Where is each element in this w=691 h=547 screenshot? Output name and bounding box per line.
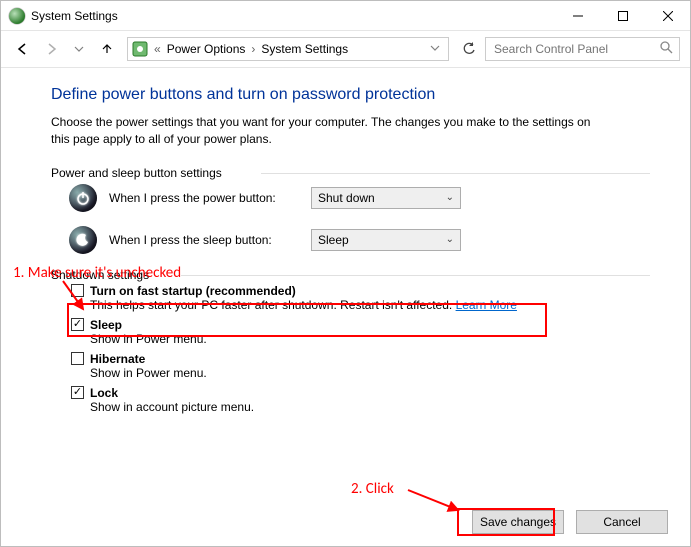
chevron-down-icon: ⌄ xyxy=(446,192,454,203)
close-button[interactable] xyxy=(645,1,690,31)
search-box[interactable] xyxy=(485,37,680,61)
breadcrumb-item-power[interactable]: Power Options xyxy=(167,42,246,56)
fast-startup-desc: This helps start your PC faster after sh… xyxy=(90,298,660,312)
power-button-label: When I press the power button: xyxy=(109,191,299,205)
annotation-2: 2. Click xyxy=(351,480,394,498)
fast-startup-label: Turn on fast startup (recommended) xyxy=(90,284,296,298)
hibernate-label: Hibernate xyxy=(90,352,145,366)
learn-more-link[interactable]: Learn More xyxy=(456,298,517,312)
back-icon xyxy=(16,42,30,56)
control-panel-icon xyxy=(132,41,148,57)
sleep-icon xyxy=(69,226,97,254)
hibernate-desc: Show in Power menu. xyxy=(90,366,660,380)
up-icon xyxy=(100,42,114,56)
lock-label: Lock xyxy=(90,386,118,400)
up-button[interactable] xyxy=(95,37,119,61)
sleep-label: Sleep xyxy=(90,318,122,332)
address-dropdown[interactable] xyxy=(426,42,444,56)
minimize-icon xyxy=(573,11,583,21)
nav-bar: « Power Options › System Settings xyxy=(1,31,690,67)
divider xyxy=(181,275,650,276)
history-dropdown[interactable] xyxy=(67,37,91,61)
content-area: Define power buttons and turn on passwor… xyxy=(1,68,690,414)
chevron-down-icon xyxy=(74,44,84,54)
maximize-icon xyxy=(618,11,628,21)
fast-startup-checkbox[interactable] xyxy=(71,284,84,297)
page-description: Choose the power settings that you want … xyxy=(51,114,611,148)
app-icon xyxy=(9,8,25,24)
power-button-value: Shut down xyxy=(318,191,375,205)
sleep-button-label: When I press the sleep button: xyxy=(109,233,299,247)
shutdown-settings: Shutdown settings Turn on fast startup (… xyxy=(51,268,660,414)
breadcrumb-bar[interactable]: « Power Options › System Settings xyxy=(127,37,449,61)
sleep-button-value: Sleep xyxy=(318,233,349,247)
power-button-row: When I press the power button: Shut down… xyxy=(69,184,660,212)
annotation-arrow-2 xyxy=(406,488,466,518)
lock-checkbox[interactable] xyxy=(71,386,84,399)
sleep-checkbox[interactable] xyxy=(71,318,84,331)
window-controls xyxy=(555,1,690,31)
check-item-sleep: Sleep Show in Power menu. xyxy=(71,318,660,346)
refresh-icon xyxy=(462,42,476,56)
check-item-hibernate: Hibernate Show in Power menu. xyxy=(71,352,660,380)
chevron-down-icon xyxy=(430,43,440,53)
power-icon xyxy=(69,184,97,212)
forward-button[interactable] xyxy=(39,37,63,61)
sleep-button-row: When I press the sleep button: Sleep ⌄ xyxy=(69,226,660,254)
chevron-down-icon: ⌄ xyxy=(446,234,454,245)
cancel-button[interactable]: Cancel xyxy=(576,510,668,534)
sleep-button-dropdown[interactable]: Sleep ⌄ xyxy=(311,229,461,251)
chevron-right-icon: › xyxy=(251,42,255,56)
breadcrumb-item-system[interactable]: System Settings xyxy=(261,42,348,56)
check-item-lock: Lock Show in account picture menu. xyxy=(71,386,660,414)
search-input[interactable] xyxy=(492,41,652,57)
save-button[interactable]: Save changes xyxy=(472,510,564,534)
window-title: System Settings xyxy=(31,9,118,23)
check-item-fast-startup: Turn on fast startup (recommended) This … xyxy=(71,284,660,312)
divider xyxy=(261,173,650,174)
forward-icon xyxy=(44,42,58,56)
back-button[interactable] xyxy=(11,37,35,61)
hibernate-checkbox[interactable] xyxy=(71,352,84,365)
footer-buttons: Save changes Cancel xyxy=(472,510,668,534)
lock-desc: Show in account picture menu. xyxy=(90,400,660,414)
breadcrumb-sep-icon: « xyxy=(154,42,161,56)
search-icon[interactable] xyxy=(660,41,673,57)
refresh-button[interactable] xyxy=(457,37,481,61)
sleep-desc: Show in Power menu. xyxy=(90,332,660,346)
page-title: Define power buttons and turn on passwor… xyxy=(51,86,660,104)
maximize-button[interactable] xyxy=(600,1,645,31)
title-bar: System Settings xyxy=(1,1,690,31)
close-icon xyxy=(663,11,673,21)
minimize-button[interactable] xyxy=(555,1,600,31)
power-button-dropdown[interactable]: Shut down ⌄ xyxy=(311,187,461,209)
